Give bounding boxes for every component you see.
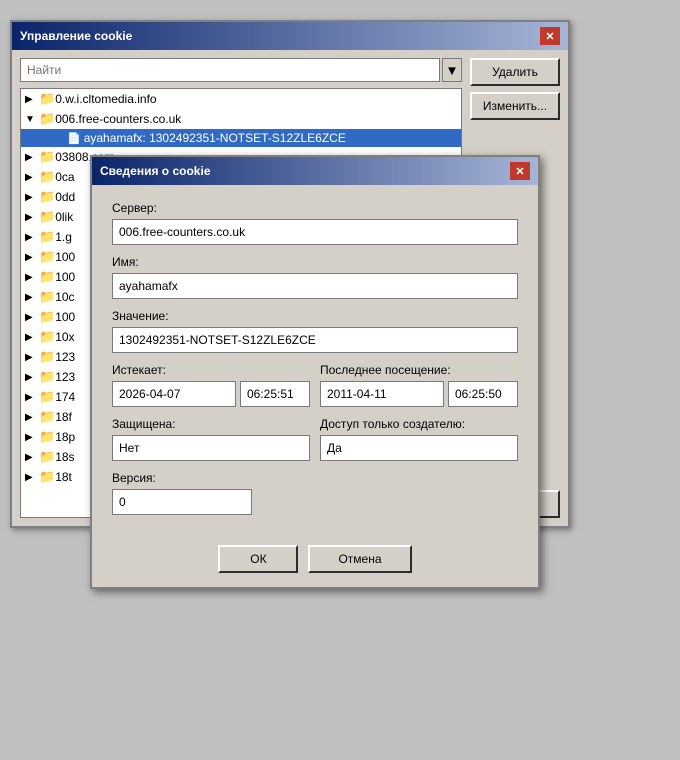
value-label: Значение: [112, 309, 518, 323]
server-input[interactable] [112, 219, 518, 245]
modal-title-bar: Сведения о cookie ✕ [92, 157, 538, 185]
version-label: Версия: [112, 471, 518, 485]
last-visit-date-input[interactable] [320, 381, 444, 407]
expires-time-input[interactable] [240, 381, 310, 407]
value-input[interactable] [112, 327, 518, 353]
protected-input[interactable] [112, 435, 310, 461]
modal-close-button[interactable]: ✕ [510, 162, 530, 180]
name-label: Имя: [112, 255, 518, 269]
last-visit-label: Последнее посещение: [320, 363, 518, 377]
last-visit-time-input[interactable] [448, 381, 518, 407]
creator-only-input[interactable] [320, 435, 518, 461]
cancel-button[interactable]: Отмена [308, 545, 411, 573]
expires-group: Истекает: [112, 363, 310, 407]
security-row: Защищена: Доступ только создателю: [112, 417, 518, 461]
creator-only-group: Доступ только создателю: [320, 417, 518, 461]
creator-only-label: Доступ только создателю: [320, 417, 518, 431]
server-label: Сервер: [112, 201, 518, 215]
modal-body: Сервер: Имя: Значение: Истекает: Последн… [92, 185, 538, 537]
last-visit-group: Последнее посещение: [320, 363, 518, 407]
version-input[interactable] [112, 489, 252, 515]
protected-label: Защищена: [112, 417, 310, 431]
cookie-details-dialog: Сведения о cookie ✕ Сервер: Имя: Значени… [90, 155, 540, 589]
expires-label: Истекает: [112, 363, 310, 377]
dates-row: Истекает: Последнее посещение: [112, 363, 518, 407]
modal-footer: ОК Отмена [92, 537, 538, 587]
ok-button[interactable]: ОК [218, 545, 298, 573]
modal-overlay: Сведения о cookie ✕ Сервер: Имя: Значени… [0, 0, 680, 760]
protected-group: Защищена: [112, 417, 310, 461]
expires-date-input[interactable] [112, 381, 236, 407]
modal-title: Сведения о cookie [100, 164, 211, 178]
name-input[interactable] [112, 273, 518, 299]
